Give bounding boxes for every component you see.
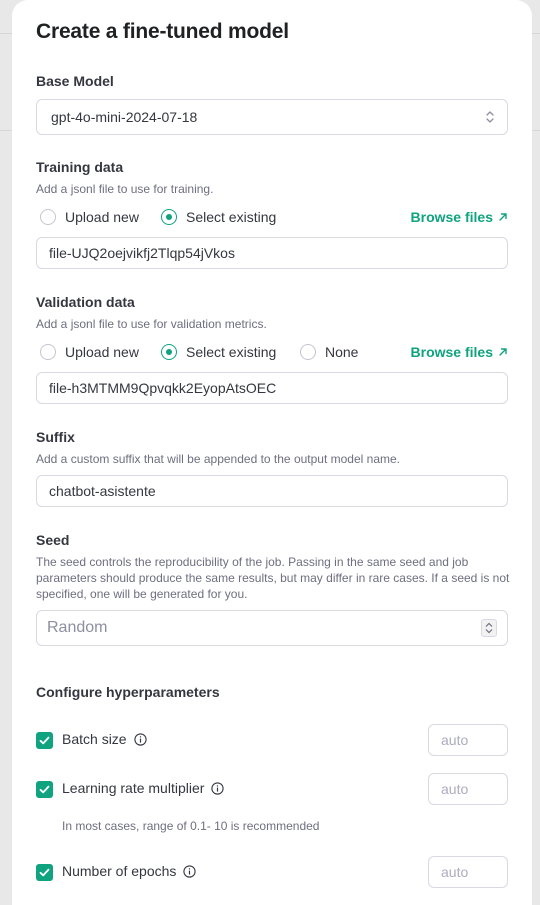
browse-files-label: Browse files (410, 209, 493, 225)
check-icon (39, 736, 50, 745)
radio-circle-icon (300, 344, 316, 360)
suffix-input[interactable]: chatbot-asistente (36, 475, 508, 507)
learning-rate-input[interactable]: auto (428, 773, 508, 805)
validation-browse-files-link[interactable]: Browse files (411, 342, 508, 362)
radio-circle-icon (40, 209, 56, 225)
batch-size-label-wrap: Batch size (62, 731, 147, 747)
batch-size-placeholder: auto (441, 732, 469, 748)
batch-size-input[interactable]: auto (428, 724, 508, 756)
batch-size-checkbox[interactable] (36, 732, 53, 749)
training-upload-new-radio[interactable]: Upload new (40, 207, 139, 227)
validation-file-value: file-h3MTMM9Qpvqkk2EyopAtsOEC (49, 380, 277, 396)
stepper-arrows-icon (485, 622, 493, 634)
browse-files-label: Browse files (410, 344, 493, 360)
base-model-value: gpt-4o-mini-2024-07-18 (51, 109, 198, 125)
validation-data-label: Validation data (36, 294, 135, 310)
seed-placeholder: Random (47, 619, 108, 636)
radio-label: Upload new (65, 344, 139, 360)
backdrop-divider (532, 130, 540, 131)
training-source-radio-group: Upload new Select existing Browse files (36, 207, 508, 227)
epochs-label-wrap: Number of epochs (62, 863, 197, 879)
epochs-checkbox[interactable] (36, 864, 53, 881)
training-file-field[interactable]: file-UJQ2oejvikfj2Tlqp54jVkos (36, 237, 508, 269)
backdrop-divider (0, 130, 12, 131)
training-file-value: file-UJQ2oejvikfj2Tlqp54jVkos (49, 245, 235, 261)
radio-selected-icon (161, 209, 177, 225)
epochs-placeholder: auto (441, 864, 469, 880)
learning-rate-label-wrap: Learning rate multiplier (62, 780, 225, 796)
seed-help-line: parameters should produce the same resul… (36, 571, 510, 585)
validation-data-help: Add a jsonl file to use for validation m… (36, 317, 267, 331)
backdrop-divider (0, 33, 12, 34)
batch-size-label: Batch size (62, 731, 127, 747)
fine-tune-dialog: Create a fine-tuned model Base Model gpt… (12, 0, 532, 905)
info-icon[interactable] (133, 732, 147, 746)
learning-rate-label: Learning rate multiplier (62, 780, 205, 796)
epochs-label: Number of epochs (62, 863, 177, 879)
radio-label: Upload new (65, 209, 139, 225)
check-icon (39, 868, 50, 877)
radio-circle-icon (40, 344, 56, 360)
batch-size-row: Batch size auto (36, 724, 508, 756)
radio-label: Select existing (186, 344, 277, 360)
learning-rate-row: Learning rate multiplier auto (36, 773, 508, 805)
learning-rate-hint: In most cases, range of 0.1- 10 is recom… (62, 819, 320, 833)
radio-label: None (325, 344, 359, 360)
training-data-label: Training data (36, 159, 124, 175)
external-arrow-icon (499, 348, 507, 356)
external-arrow-icon (499, 213, 507, 221)
radio-label: Select existing (186, 209, 277, 225)
base-model-select[interactable]: gpt-4o-mini-2024-07-18 (36, 99, 508, 135)
learning-rate-placeholder: auto (441, 781, 469, 797)
base-model-label: Base Model (36, 73, 114, 89)
suffix-help: Add a custom suffix that will be appende… (36, 452, 401, 466)
select-chevrons-icon (486, 111, 494, 123)
suffix-label: Suffix (36, 429, 75, 445)
training-select-existing-radio[interactable]: Select existing (161, 207, 276, 227)
seed-label: Seed (36, 532, 70, 548)
dialog-title: Create a fine-tuned model (36, 20, 289, 43)
seed-help-line: The seed controls the reproducibility of… (36, 555, 469, 569)
hyperparameters-title: Configure hyperparameters (36, 684, 220, 700)
backdrop-divider (532, 33, 540, 34)
learning-rate-checkbox[interactable] (36, 781, 53, 798)
training-data-help: Add a jsonl file to use for training. (36, 182, 214, 196)
suffix-value: chatbot-asistente (49, 483, 156, 499)
validation-upload-new-radio[interactable]: Upload new (40, 342, 139, 362)
radio-selected-icon (161, 344, 177, 360)
seed-help-line: specified, one will be generated for you… (36, 587, 248, 601)
info-icon[interactable] (183, 864, 197, 878)
epochs-input[interactable]: auto (428, 856, 508, 888)
seed-input[interactable]: Random (36, 610, 508, 646)
validation-select-existing-radio[interactable]: Select existing (161, 342, 276, 362)
number-stepper-icon[interactable] (481, 619, 497, 637)
validation-none-radio[interactable]: None (300, 342, 358, 362)
info-icon[interactable] (211, 781, 225, 795)
check-icon (39, 785, 50, 794)
training-browse-files-link[interactable]: Browse files (411, 207, 508, 227)
validation-source-radio-group: Upload new Select existing None Browse f… (36, 342, 508, 362)
epochs-row: Number of epochs auto (36, 856, 508, 888)
validation-file-field[interactable]: file-h3MTMM9Qpvqkk2EyopAtsOEC (36, 372, 508, 404)
